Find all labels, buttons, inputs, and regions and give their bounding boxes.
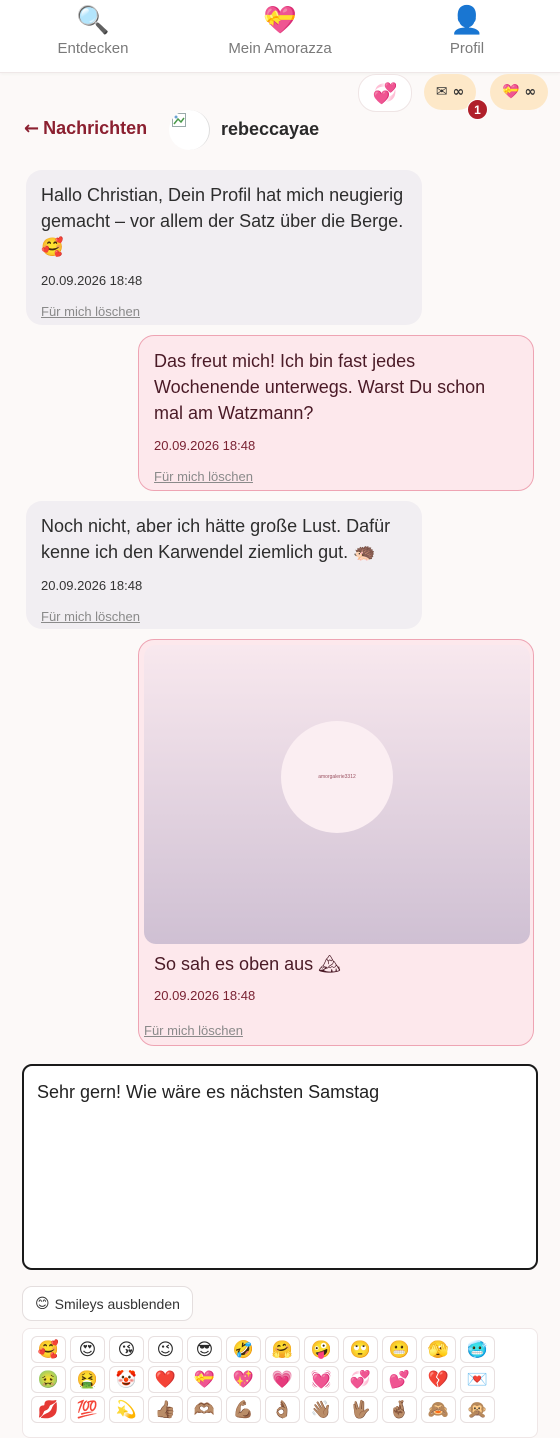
emoji-button[interactable]: 💝 xyxy=(187,1366,222,1393)
image-caption: So sah es oben aus 🏔 xyxy=(154,954,341,975)
heart-gift-icon: 💝 xyxy=(263,5,297,36)
message-timestamp: 20.09.2026 18:48 xyxy=(41,273,143,288)
nav-label-entdecken: Entdecken xyxy=(57,40,129,57)
nav-label-mein-amorazza: Mein Amorazza xyxy=(228,40,332,57)
heart-gift-icon: 💝 xyxy=(502,84,520,100)
message-image[interactable]: amorgalerie3312 xyxy=(144,645,530,944)
emoji-button[interactable]: 👍🏽 xyxy=(148,1396,183,1423)
emoji-button[interactable]: 🤡 xyxy=(109,1366,144,1393)
delete-for-me-link[interactable]: Für mich löschen xyxy=(144,1023,243,1038)
emoji-button[interactable]: 🤢 xyxy=(31,1366,66,1393)
search-icon: 🔍 xyxy=(76,5,110,36)
message-input[interactable]: Sehr gern! Wie wäre es nächsten Samstag xyxy=(22,1064,538,1270)
emoji-button[interactable]: 🤞🏽 xyxy=(382,1396,417,1423)
emoji-button[interactable]: 💖 xyxy=(226,1366,261,1393)
emoji-button[interactable]: 😍 xyxy=(70,1336,105,1363)
message-text: Noch nicht, aber ich hätte große Lust. D… xyxy=(41,516,391,563)
hide-smileys-label: Smileys ausblenden xyxy=(54,1295,180,1312)
emoji-button[interactable]: 🥰 xyxy=(31,1336,66,1363)
nav-item-mein-amorazza[interactable]: 💝 Mein Amorazza xyxy=(187,4,373,58)
emoji-button[interactable]: 💫 xyxy=(109,1396,144,1423)
message-timestamp: 20.09.2026 18:48 xyxy=(41,578,143,593)
delete-for-me-link[interactable]: Für mich löschen xyxy=(41,304,140,319)
chat-partner-name[interactable]: rebeccayae xyxy=(221,119,319,140)
emoji-button[interactable]: 🤪 xyxy=(304,1336,339,1363)
messages-count: ∞ xyxy=(452,84,465,100)
emoji-button[interactable]: 💓 xyxy=(304,1366,339,1393)
message-text: Das freut mich! Ich bin fast jedes Woche… xyxy=(154,351,486,423)
message-timestamp: 20.09.2026 18:48 xyxy=(154,438,256,453)
emoji-button[interactable]: 🤮 xyxy=(70,1366,105,1393)
emoji-button[interactable]: 😘 xyxy=(109,1336,144,1363)
message-bubble-outgoing: Das freut mich! Ich bin fast jedes Woche… xyxy=(138,335,534,491)
emoji-button[interactable]: 🫶🏽 xyxy=(187,1396,222,1423)
emoji-button[interactable]: 💕 xyxy=(382,1366,417,1393)
delete-for-me-link[interactable]: Für mich löschen xyxy=(41,609,140,624)
message-bubble-incoming: Noch nicht, aber ich hätte große Lust. D… xyxy=(26,501,422,629)
emoji-button[interactable]: 😬 xyxy=(382,1336,417,1363)
top-navigation: 🔍 Entdecken 💝 Mein Amorazza 👤 Profil xyxy=(0,0,560,73)
emoji-button[interactable]: 🤗 xyxy=(265,1336,300,1363)
emoji-button[interactable]: 💪🏽 xyxy=(226,1396,261,1423)
emoji-button[interactable]: ❤️ xyxy=(148,1366,183,1393)
emoji-button[interactable]: 👋🏽 xyxy=(304,1396,339,1423)
envelope-icon: ✉ xyxy=(435,84,448,100)
message-bubble-outgoing-image: amorgalerie3312 So sah es oben aus 🏔 20.… xyxy=(138,639,534,1046)
emoji-button[interactable]: 🙄 xyxy=(343,1336,378,1363)
gifts-chip[interactable]: 💝 ∞ xyxy=(490,74,548,110)
back-link-label: Nachrichten xyxy=(43,118,148,138)
nav-label-profil: Profil xyxy=(449,40,485,57)
hedgehog-icon: 🦔 xyxy=(353,542,376,563)
emoji-button[interactable]: 💔 xyxy=(421,1366,456,1393)
message-bubble-incoming: Hallo Christian, Dein Profil hat mich ne… xyxy=(26,170,422,325)
emoji-button[interactable]: 💯 xyxy=(70,1396,105,1423)
nav-item-profil[interactable]: 👤 Profil xyxy=(374,4,560,58)
emoji-button[interactable]: 💗 xyxy=(265,1366,300,1393)
user-icon: 👤 xyxy=(450,5,484,36)
message-timestamp: 20.09.2026 18:48 xyxy=(154,988,256,1003)
emoji-button[interactable]: 🙈 xyxy=(421,1396,456,1423)
avatar[interactable] xyxy=(169,110,210,150)
emoji-button[interactable]: 😎 xyxy=(187,1336,222,1363)
emoji-picker: 🥰 😍 😘 😉 😎 🤣 🤗 🤪 🙄 😬 🫣 🥶 🤢 🤮 🤡 ❤️ 💝 💖 💗 💓 💞 💕 💔 💌 💋 💯 💫 👍🏽 🫶🏽 💪🏽 👌🏽 👋🏽 🖖🏽… xyxy=(22,1328,538,1438)
emoji-button[interactable]: 🥶 xyxy=(460,1336,495,1363)
smiling-face-hearts-icon: 🥰 xyxy=(41,237,64,258)
mountain-icon: 🏔 xyxy=(318,954,341,975)
back-to-messages-link[interactable]: ← Nachrichten xyxy=(24,118,147,139)
emoji-button[interactable]: 🙊 xyxy=(460,1396,495,1423)
broken-image-icon xyxy=(172,113,186,127)
delete-for-me-link[interactable]: Für mich löschen xyxy=(154,469,253,484)
message-text: Hallo Christian, Dein Profil hat mich ne… xyxy=(41,185,404,258)
emoji-button[interactable]: 💞 xyxy=(343,1366,378,1393)
emoji-button[interactable]: 🖖🏽 xyxy=(343,1396,378,1423)
arrow-left-icon: ← xyxy=(24,118,40,139)
emoji-button[interactable]: 👌🏽 xyxy=(265,1396,300,1423)
emoji-button[interactable]: 💌 xyxy=(460,1366,495,1393)
emoji-button[interactable]: 😉 xyxy=(148,1336,183,1363)
nav-item-entdecken[interactable]: 🔍 Entdecken xyxy=(0,4,186,58)
image-placeholder-circle: amorgalerie3312 xyxy=(281,721,393,833)
two-hearts-icon: 💞 xyxy=(372,81,398,105)
emoji-button[interactable]: 🫣 xyxy=(421,1336,456,1363)
gifts-count: ∞ xyxy=(524,84,536,100)
unread-badge: 1 xyxy=(467,99,488,120)
likes-chip[interactable]: 💞 xyxy=(358,74,412,112)
hide-smileys-button[interactable]: 😊 Smileys ausblenden xyxy=(22,1286,193,1321)
smiley-icon: 😊 xyxy=(35,1295,50,1312)
emoji-button[interactable]: 💋 xyxy=(31,1396,66,1423)
emoji-button[interactable]: 🤣 xyxy=(226,1336,261,1363)
